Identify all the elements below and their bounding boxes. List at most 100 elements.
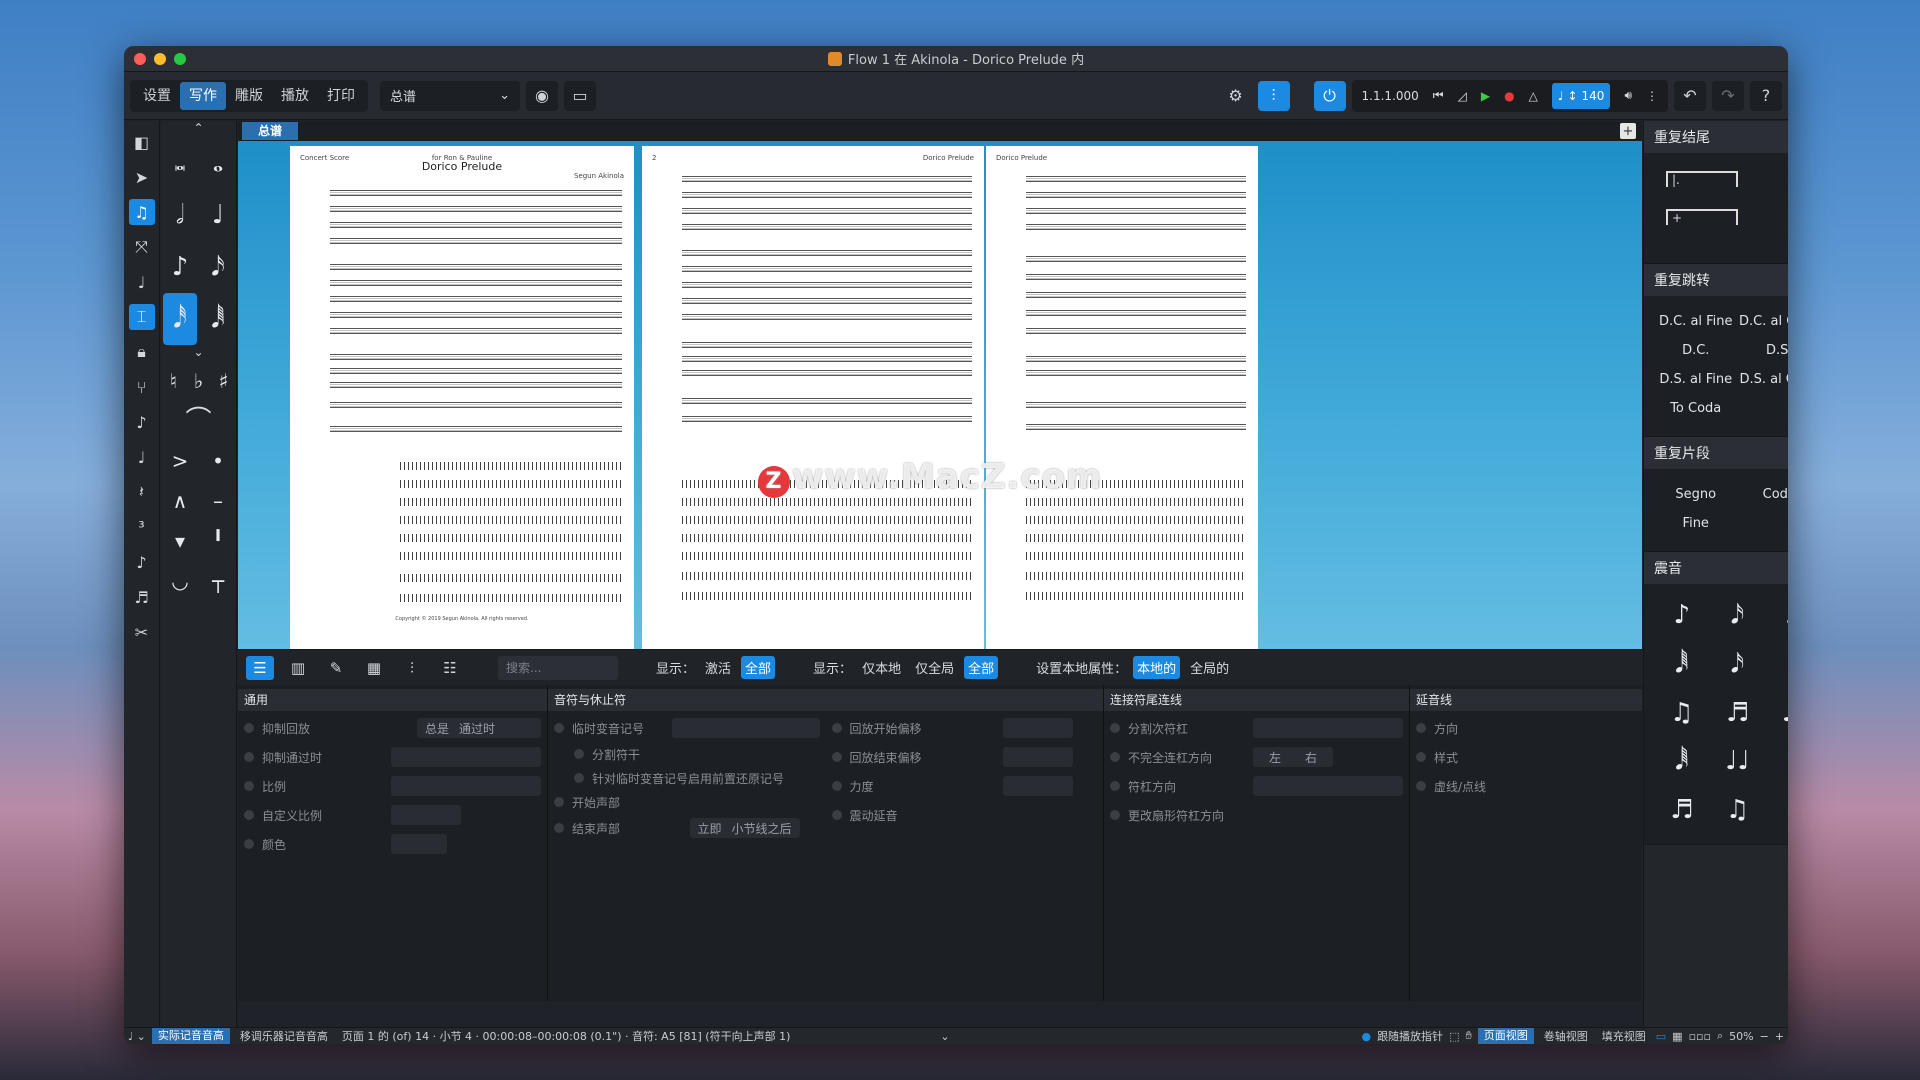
- insert-icon[interactable]: ⤧: [129, 234, 155, 260]
- eye-icon[interactable]: ◉: [526, 80, 558, 111]
- chevron-up-icon[interactable]: ⌃: [161, 121, 236, 137]
- toggle-icon[interactable]: [831, 781, 842, 791]
- tremolo-slur-2-icon[interactable]: ♫: [1726, 795, 1749, 825]
- suppress-playback-options[interactable]: 总是 通过时: [417, 718, 541, 738]
- tremolo-two-note-3-icon[interactable]: ♬: [1782, 698, 1789, 728]
- quarter-note-icon[interactable]: ♩: [201, 189, 235, 241]
- zoom-select[interactable]: 50%: [1729, 1030, 1753, 1043]
- show-all-option[interactable]: 全部: [964, 656, 999, 679]
- toggle-icon[interactable]: [1416, 781, 1426, 791]
- property-value[interactable]: [1003, 747, 1073, 767]
- sliders-icon[interactable]: ⫶: [398, 656, 426, 680]
- toggle-icon[interactable]: [574, 749, 584, 759]
- redo-icon[interactable]: ↷: [1712, 80, 1744, 111]
- repeat-ending-icon[interactable]: |.: [1666, 171, 1738, 187]
- more-icon[interactable]: ⋮: [1646, 89, 1658, 103]
- dotted-note-icon[interactable]: ♪: [129, 409, 155, 435]
- show-global-option[interactable]: 仅全局: [911, 656, 958, 679]
- page-view-button[interactable]: 页面视图: [1477, 1028, 1534, 1044]
- note-value-icon[interactable]: ♩ ⌄: [128, 1030, 146, 1043]
- marker-segno[interactable]: Segno: [1654, 487, 1738, 502]
- pages-grid-icon[interactable]: ▦: [1672, 1030, 1682, 1043]
- section-header[interactable]: 重复结尾⌄: [1644, 121, 1788, 153]
- tremolo-two-note-2-icon[interactable]: ♬: [1726, 698, 1749, 728]
- mixer-icon[interactable]: ⫶: [1257, 80, 1290, 111]
- pen-icon[interactable]: ✎: [322, 656, 350, 680]
- property-value[interactable]: [391, 805, 461, 825]
- toggle-icon[interactable]: [1110, 781, 1120, 791]
- video-reel-icon[interactable]: ⚙: [1220, 81, 1252, 111]
- marker-coda[interactable]: Coda: [1738, 487, 1788, 502]
- scissors-icon[interactable]: ✂: [129, 619, 155, 645]
- tab-print[interactable]: 打印: [318, 80, 364, 112]
- double-whole-note-icon[interactable]: 𝅜: [163, 137, 197, 189]
- sixteenth-note-icon[interactable]: 𝅘𝅥𝅯: [201, 241, 235, 293]
- tab-setup[interactable]: 设置: [134, 80, 180, 112]
- eighth-note-icon[interactable]: ♪: [163, 241, 197, 293]
- magnifier-icon[interactable]: ⌕: [1717, 1029, 1723, 1043]
- rest-icon[interactable]: 𝄽: [129, 479, 155, 505]
- section-header[interactable]: 震音⌄: [1644, 552, 1788, 584]
- show-local-option[interactable]: 仅本地: [858, 656, 905, 679]
- play-icon[interactable]: ▶: [1481, 89, 1490, 103]
- undo-icon[interactable]: ↶: [1674, 80, 1706, 111]
- score-view[interactable]: Concert Score for Ron & Pauline Dorico P…: [238, 141, 1642, 649]
- tremolo-buzz-icon[interactable]: 𝅘𝅥𝅯: [1731, 649, 1745, 680]
- thirty-second-note-icon[interactable]: 𝅘𝅥𝅰: [163, 293, 197, 345]
- option-immediately[interactable]: 立即: [698, 820, 722, 837]
- score-page-2[interactable]: 2 Dorico Prelude: [642, 146, 984, 649]
- jump-dc[interactable]: D.C.: [1654, 343, 1738, 358]
- chord-icon[interactable]: ♩: [129, 269, 155, 295]
- grid-icon[interactable]: ▦: [360, 656, 388, 680]
- staccato-icon[interactable]: •: [201, 441, 235, 481]
- toggle-icon[interactable]: [244, 839, 254, 849]
- property-value[interactable]: [1253, 718, 1403, 738]
- add-tab-icon[interactable]: +: [1620, 123, 1636, 139]
- toggle-icon[interactable]: [831, 810, 842, 820]
- panel-toggle-icon[interactable]: ◧: [129, 129, 155, 155]
- zoom-out-icon[interactable]: −: [1760, 1030, 1769, 1043]
- toggle-icon[interactable]: [1110, 723, 1120, 733]
- tab-engrave[interactable]: 雕版: [226, 80, 272, 112]
- jump-to-coda[interactable]: To Coda: [1654, 401, 1738, 416]
- tab-play[interactable]: 播放: [272, 80, 318, 112]
- tremolo-two-note-1-icon[interactable]: ♫: [1670, 698, 1693, 728]
- toggle-icon[interactable]: [1416, 723, 1426, 733]
- zoom-in-icon[interactable]: +: [1775, 1030, 1784, 1043]
- property-value[interactable]: [391, 776, 541, 796]
- tuplet-icon[interactable]: ³: [129, 514, 155, 540]
- piano-roll-icon[interactable]: ▥: [284, 656, 312, 680]
- show-active-option[interactable]: 激活: [701, 656, 735, 679]
- spread-icon[interactable]: ▭: [1656, 1030, 1666, 1043]
- toggle-icon[interactable]: [244, 781, 254, 791]
- metronome-icon[interactable]: △: [1529, 89, 1538, 103]
- return-icon[interactable]: ◿: [1458, 89, 1467, 103]
- window-layout-icon[interactable]: ▭: [564, 80, 596, 111]
- transposed-pitch-button[interactable]: 移调乐器记音音高: [236, 1028, 332, 1044]
- tab-write[interactable]: 写作: [180, 81, 226, 110]
- layout-select[interactable]: 总谱 ⌄: [380, 80, 520, 111]
- toggle-icon[interactable]: [554, 797, 564, 807]
- tenuto-staccato-icon[interactable]: ┬: [201, 561, 235, 601]
- score-tab[interactable]: 总谱: [242, 122, 299, 140]
- tremolo-4-icon[interactable]: 𝅘𝅥𝅱: [1675, 649, 1689, 680]
- toggle-icon[interactable]: [244, 723, 254, 733]
- hand-icon[interactable]: ✋︎: [1465, 1029, 1471, 1043]
- sixty-fourth-note-icon[interactable]: 𝅘𝅥𝅱: [201, 293, 235, 345]
- tremolo-two-note-4-icon[interactable]: 𝅘𝅥𝅱: [1675, 746, 1689, 777]
- zoom-icon[interactable]: [174, 53, 186, 65]
- property-value[interactable]: [391, 747, 541, 767]
- marker-fine[interactable]: Fine: [1654, 516, 1738, 531]
- score-page-1[interactable]: Concert Score for Ron & Pauline Dorico P…: [290, 146, 634, 649]
- jump-dc-al-fine[interactable]: D.C. al Fine: [1654, 314, 1738, 329]
- toggle-icon[interactable]: [1110, 752, 1120, 762]
- unstress-icon[interactable]: ◡: [163, 561, 197, 601]
- tremolo-3-icon[interactable]: 𝅘𝅥𝅰: [1786, 600, 1788, 631]
- global-option[interactable]: 全局的: [1186, 656, 1233, 679]
- tenuto-icon[interactable]: –: [201, 481, 235, 521]
- option-always[interactable]: 总是: [425, 720, 449, 737]
- toggle-icon[interactable]: [244, 810, 254, 820]
- show-all-option[interactable]: 全部: [741, 656, 776, 679]
- beam-direction-options[interactable]: 左右: [1253, 747, 1333, 767]
- selection-box-icon[interactable]: ⬚: [1449, 1030, 1459, 1043]
